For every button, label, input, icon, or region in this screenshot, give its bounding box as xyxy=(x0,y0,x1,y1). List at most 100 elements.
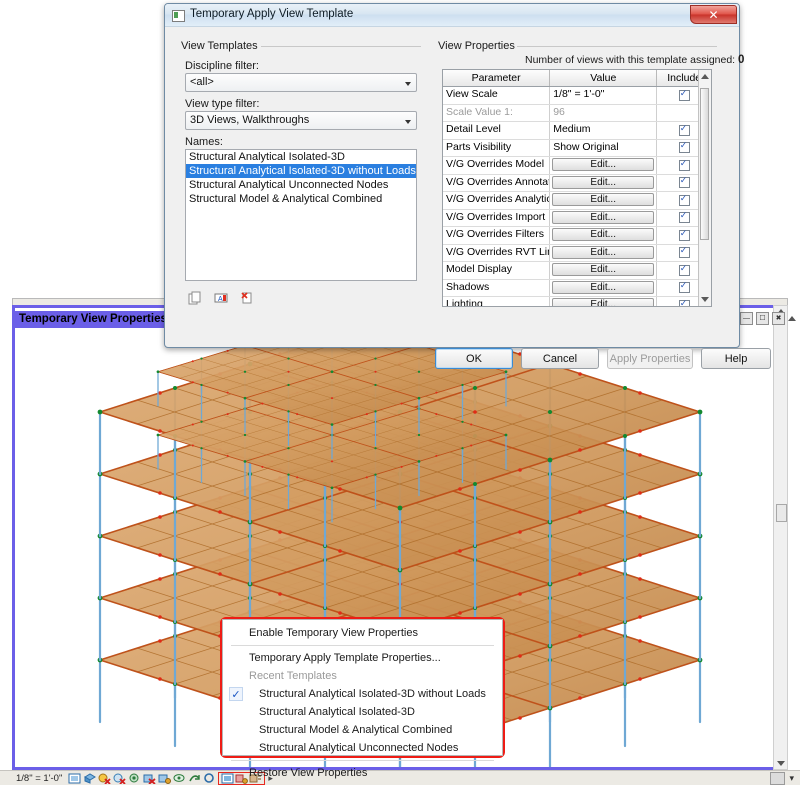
edit-button[interactable]: Edit... xyxy=(552,280,655,294)
worksharing-icon[interactable] xyxy=(203,772,216,784)
include-checkbox[interactable] xyxy=(678,245,690,259)
table-row[interactable]: V/G Overrides Filters Edit... xyxy=(443,227,711,245)
menu-item[interactable]: Structural Analytical Unconnected Nodes xyxy=(223,739,502,757)
list-item[interactable]: Structural Analytical Unconnected Nodes xyxy=(186,178,416,192)
rename-icon[interactable]: A xyxy=(211,288,231,307)
reveal-hidden-icon[interactable] xyxy=(128,773,141,784)
view-vertical-scrollbar[interactable] xyxy=(773,305,788,770)
table-row[interactable]: Shadows Edit... xyxy=(443,279,711,297)
close-button[interactable]: ✕ xyxy=(690,5,737,24)
include-checkbox[interactable] xyxy=(678,140,690,154)
include-checkbox[interactable] xyxy=(678,228,690,241)
table-row[interactable]: V/G Overrides RVT Link Edit... xyxy=(443,244,711,262)
include-checkbox[interactable] xyxy=(678,175,690,189)
scroll-thumb[interactable] xyxy=(776,504,787,522)
table-vertical-scrollbar[interactable] xyxy=(698,70,711,306)
cell-value[interactable]: Edit... xyxy=(550,174,658,191)
view-type-filter-select[interactable]: 3D Views, Walkthroughs xyxy=(185,111,417,130)
table-row[interactable]: V/G Overrides Analytic Edit... xyxy=(443,192,711,210)
help-button[interactable]: Help xyxy=(701,348,771,369)
shaded-box-icon[interactable] xyxy=(83,772,97,784)
scroll-thumb[interactable] xyxy=(700,88,709,240)
ok-button[interactable]: OK xyxy=(435,348,513,369)
cancel-button[interactable]: Cancel xyxy=(521,348,599,369)
edit-button[interactable]: Edit... xyxy=(552,245,655,259)
table-row[interactable]: Scale Value 1: 96 xyxy=(443,104,711,122)
cell-value[interactable]: Edit... xyxy=(550,244,658,261)
cell-value[interactable]: Edit... xyxy=(550,192,658,209)
include-checkbox[interactable] xyxy=(678,210,690,224)
cell-parameter: Parts Visibility xyxy=(443,139,551,156)
menu-item[interactable]: Temporary Apply Template Properties... xyxy=(223,649,502,667)
edit-button[interactable]: Edit... xyxy=(552,210,655,224)
minimize-icon[interactable]: — xyxy=(740,312,753,325)
menu-item[interactable]: Enable Temporary View Properties xyxy=(223,624,502,642)
include-checkbox[interactable] xyxy=(678,280,690,294)
apply-properties-button: Apply Properties xyxy=(607,348,693,369)
menu-item[interactable]: Restore View Properties xyxy=(223,764,502,782)
menu-item[interactable]: Structural Analytical Isolated-3D withou… xyxy=(223,685,502,703)
edit-button[interactable]: Edit... xyxy=(552,298,655,306)
table-row[interactable]: Detail Level Medium xyxy=(443,122,711,140)
include-checkbox[interactable] xyxy=(678,123,690,136)
table-row[interactable]: V/G Overrides Import Edit... xyxy=(443,209,711,227)
scroll-down-icon[interactable] xyxy=(701,297,709,302)
edit-button[interactable]: Edit... xyxy=(552,158,655,171)
temporary-apply-view-template-dialog[interactable]: Temporary Apply View Template ✕ View Tem… xyxy=(164,3,771,369)
include-checkbox[interactable] xyxy=(678,298,690,306)
edit-button[interactable]: Edit... xyxy=(552,263,655,276)
status-panel-box[interactable] xyxy=(770,771,786,785)
table-row[interactable]: V/G Overrides Annotati Edit... xyxy=(443,174,711,192)
menu-item[interactable]: Structural Model & Analytical Combined xyxy=(223,721,502,739)
edit-button[interactable]: Edit... xyxy=(552,228,655,241)
cell-value[interactable]: Edit... xyxy=(550,227,658,244)
delete-icon[interactable] xyxy=(237,288,257,307)
include-checkbox[interactable] xyxy=(678,193,690,206)
include-checkbox[interactable] xyxy=(678,158,690,171)
table-row[interactable]: View Scale 1/8" = 1'-0" xyxy=(443,87,711,105)
table-row[interactable]: V/G Overrides Model Edit... xyxy=(443,157,711,175)
cell-value[interactable]: Show Original xyxy=(550,139,658,156)
include-checkbox[interactable] xyxy=(678,263,690,276)
scroll-down-icon[interactable] xyxy=(777,761,785,766)
temporary-hide-icon[interactable] xyxy=(173,773,186,784)
isolate-category-icon[interactable] xyxy=(158,773,172,784)
hide-category-icon[interactable] xyxy=(98,773,111,785)
table-row[interactable]: Model Display Edit... xyxy=(443,262,711,280)
dialog-title-bar[interactable]: Temporary Apply View Template ✕ xyxy=(165,4,739,27)
cell-value[interactable]: 96 xyxy=(550,104,658,121)
cell-value[interactable]: Edit... xyxy=(550,297,658,306)
chevron-up-icon[interactable] xyxy=(788,316,796,321)
cell-value[interactable]: Edit... xyxy=(550,209,658,226)
view-window-controls[interactable]: — ☐ ✖ xyxy=(740,312,796,325)
list-item[interactable]: Structural Model & Analytical Combined xyxy=(186,192,416,206)
menu-item[interactable]: Structural Analytical Isolated-3D xyxy=(223,703,502,721)
cell-value[interactable]: Medium xyxy=(550,122,658,139)
cell-value[interactable]: 1/8" = 1'-0" xyxy=(550,87,658,104)
duplicate-icon[interactable] xyxy=(185,288,205,307)
cell-value[interactable]: Edit... xyxy=(550,279,658,296)
restore-icon[interactable]: ☐ xyxy=(756,312,769,325)
cell-value[interactable]: Edit... xyxy=(550,262,658,279)
list-item[interactable]: Structural Analytical Isolated-3D xyxy=(186,150,416,164)
include-checkbox[interactable] xyxy=(678,88,690,101)
cell-parameter: V/G Overrides Filters xyxy=(443,227,551,244)
template-names-list[interactable]: Structural Analytical Isolated-3D Struct… xyxy=(185,149,417,281)
view-scale-label[interactable]: 1/8" = 1'-0" xyxy=(0,773,68,784)
reset-isolate-icon[interactable] xyxy=(188,773,201,784)
list-item[interactable]: Structural Analytical Isolated-3D withou… xyxy=(186,164,416,178)
table-row[interactable]: Parts Visibility Show Original xyxy=(443,139,711,157)
menu-row: Temporary Apply Template Properties... xyxy=(223,649,502,667)
temporary-view-properties-context-menu[interactable]: Enable Temporary View Properties Temporar… xyxy=(222,619,503,779)
close-icon[interactable]: ✖ xyxy=(772,312,785,325)
cell-value[interactable]: Edit... xyxy=(550,157,658,174)
view-properties-table[interactable]: Parameter Value Include View Scale 1/8" =… xyxy=(442,69,712,307)
discipline-filter-select[interactable]: <all> xyxy=(185,73,417,92)
edit-button[interactable]: Edit... xyxy=(552,193,655,206)
scroll-up-icon[interactable] xyxy=(701,74,709,79)
isolate-element-icon[interactable] xyxy=(143,773,156,785)
hide-element-icon[interactable] xyxy=(113,773,126,785)
section-box-icon[interactable] xyxy=(68,773,81,784)
table-row[interactable]: Lighting Edit... xyxy=(443,297,711,306)
edit-button[interactable]: Edit... xyxy=(552,175,655,189)
